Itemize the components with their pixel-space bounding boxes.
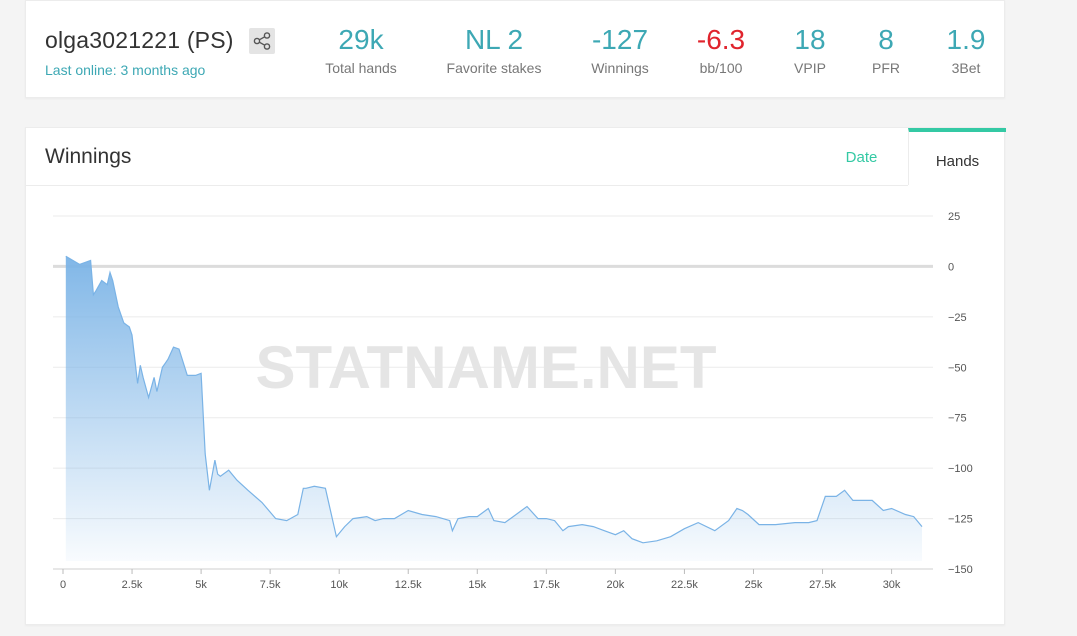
stat-value: 8 [878,24,894,55]
stat-label: bb/100 [699,60,743,76]
stat-bb-per-100: -6.3 bb/100 [681,23,761,79]
player-name: olga3021221 (PS) [45,27,234,53]
x-tick-label: 17.5k [533,579,560,591]
stat-label: Winnings [591,60,649,76]
y-tick-label: −150 [948,564,973,576]
y-tick-label: −125 [948,514,973,526]
x-tick-label: 22.5k [671,579,698,591]
stat-label: Total hands [325,60,397,76]
winnings-chart: STATNAME.NET 0 2.5k 5k 7.5k 10k 12.5k 15k 17.5k… [53,211,973,591]
x-tick-label: 15k [468,579,486,591]
x-tick-label: 2.5k [122,579,143,591]
x-tick-label: 5k [195,579,207,591]
stat-total-hands: 29k Total hands [311,23,411,79]
player-summary-card: olga3021221 (PS) Last online: 3 months a… [25,0,1005,98]
y-tick-label: −75 [948,413,967,425]
stat-vpip: 18 VPIP [780,23,840,79]
x-tick-label: 7.5k [260,579,281,591]
stat-pfr: 8 PFR [861,23,911,79]
y-tick-label: −100 [948,463,973,475]
stat-label: 3Bet [951,60,981,76]
x-tick-label: 10k [330,579,348,591]
stat-value: 29k [338,24,384,55]
stat-label: VPIP [794,60,826,76]
tab-hands[interactable]: Hands [908,128,1006,185]
y-tick-label: −50 [948,362,967,374]
winnings-area [65,256,923,561]
last-online-link[interactable]: Last online: 3 months ago [45,62,205,78]
y-tick-label: 0 [948,261,954,273]
share-button[interactable] [249,28,275,54]
x-tick-label: 25k [745,579,763,591]
stat-value: -6.3 [696,24,746,55]
stat-value: 18 [794,24,826,55]
panel-title: Winnings [45,145,132,168]
stat-label: Favorite stakes [446,60,542,76]
tab-date[interactable]: Date [816,128,907,185]
winnings-panel: Winnings Date Hands STATNAME.NET 0 2.5k 5k… [25,127,1006,625]
stat-value: -127 [591,24,649,55]
y-tick-label: 25 [948,211,960,223]
stat-3bet: 1.9 3Bet [936,23,996,79]
share-icon [253,32,271,50]
x-tick-label: 30k [883,579,901,591]
stat-label: PFR [872,60,900,76]
x-tick-label: 20k [607,579,625,591]
tab-divider [26,185,908,186]
stat-winnings: -127 Winnings [580,23,660,79]
stat-value: 1.9 [946,24,986,55]
x-tick-label: 27.5k [809,579,836,591]
y-tick-label: −25 [948,312,967,324]
stat-value: NL 2 [464,24,524,55]
x-tick-label: 0 [60,579,66,591]
watermark: STATNAME.NET [255,334,716,401]
x-tick-label: 12.5k [395,579,422,591]
stat-favorite-stakes: NL 2 Favorite stakes [434,23,554,79]
